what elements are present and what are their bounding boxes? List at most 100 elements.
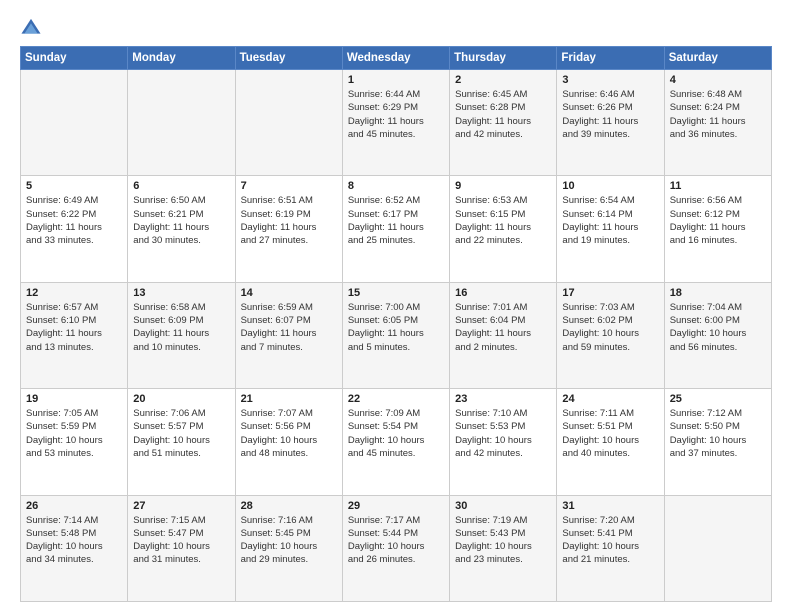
day-number: 3 bbox=[562, 74, 658, 86]
calendar-table: SundayMondayTuesdayWednesdayThursdayFrid… bbox=[20, 46, 772, 602]
day-number: 6 bbox=[133, 180, 229, 192]
calendar-cell: 26 Sunrise: 7:14 AM Sunset: 5:48 PM Dayli… bbox=[21, 495, 128, 601]
calendar-cell bbox=[21, 70, 128, 176]
calendar-body: 1Sunrise: 6:44 AM Sunset: 6:29 PM Daylig… bbox=[21, 70, 772, 602]
day-number: 13 bbox=[133, 287, 229, 299]
day-detail: Sunrise: 7:09 AM Sunset: 5:54 PM Dayligh… bbox=[348, 407, 444, 460]
calendar-cell: 1Sunrise: 6:44 AM Sunset: 6:29 PM Daylig… bbox=[342, 70, 449, 176]
calendar-week-3: 12 Sunrise: 6:57 AM Sunset: 6:10 PM Dayli… bbox=[21, 282, 772, 388]
day-number: 14 bbox=[241, 287, 337, 299]
day-number: 21 bbox=[241, 393, 337, 405]
header-cell-sunday: Sunday bbox=[21, 47, 128, 70]
header-cell-wednesday: Wednesday bbox=[342, 47, 449, 70]
calendar-week-1: 1Sunrise: 6:44 AM Sunset: 6:29 PM Daylig… bbox=[21, 70, 772, 176]
day-detail: Sunrise: 6:56 AM Sunset: 6:12 PM Dayligh… bbox=[670, 194, 766, 247]
logo bbox=[20, 16, 46, 38]
day-number: 28 bbox=[241, 500, 337, 512]
day-number: 10 bbox=[562, 180, 658, 192]
day-detail: Sunrise: 7:16 AM Sunset: 5:45 PM Dayligh… bbox=[241, 514, 337, 567]
day-detail: Sunrise: 7:00 AM Sunset: 6:05 PM Dayligh… bbox=[348, 301, 444, 354]
day-number: 27 bbox=[133, 500, 229, 512]
day-number: 31 bbox=[562, 500, 658, 512]
calendar-cell: 7 Sunrise: 6:51 AM Sunset: 6:19 PM Daylig… bbox=[235, 176, 342, 282]
calendar-cell: 21 Sunrise: 7:07 AM Sunset: 5:56 PM Dayli… bbox=[235, 389, 342, 495]
day-detail: Sunrise: 7:19 AM Sunset: 5:43 PM Dayligh… bbox=[455, 514, 551, 567]
day-detail: Sunrise: 7:01 AM Sunset: 6:04 PM Dayligh… bbox=[455, 301, 551, 354]
calendar-cell: 30 Sunrise: 7:19 AM Sunset: 5:43 PM Dayli… bbox=[450, 495, 557, 601]
calendar-week-4: 19 Sunrise: 7:05 AM Sunset: 5:59 PM Dayli… bbox=[21, 389, 772, 495]
header-row: SundayMondayTuesdayWednesdayThursdayFrid… bbox=[21, 47, 772, 70]
day-number: 22 bbox=[348, 393, 444, 405]
day-detail: Sunrise: 7:12 AM Sunset: 5:50 PM Dayligh… bbox=[670, 407, 766, 460]
day-number: 8 bbox=[348, 180, 444, 192]
calendar-cell: 5 Sunrise: 6:49 AM Sunset: 6:22 PM Daylig… bbox=[21, 176, 128, 282]
day-detail: Sunrise: 6:46 AM Sunset: 6:26 PM Dayligh… bbox=[562, 88, 658, 141]
calendar-cell: 3 Sunrise: 6:46 AM Sunset: 6:26 PM Daylig… bbox=[557, 70, 664, 176]
header-cell-saturday: Saturday bbox=[664, 47, 771, 70]
calendar-cell bbox=[235, 70, 342, 176]
day-detail: Sunrise: 7:04 AM Sunset: 6:00 PM Dayligh… bbox=[670, 301, 766, 354]
calendar-cell: 2 Sunrise: 6:45 AM Sunset: 6:28 PM Daylig… bbox=[450, 70, 557, 176]
day-detail: Sunrise: 6:52 AM Sunset: 6:17 PM Dayligh… bbox=[348, 194, 444, 247]
day-number: 7 bbox=[241, 180, 337, 192]
calendar-cell: 10 Sunrise: 6:54 AM Sunset: 6:14 PM Dayli… bbox=[557, 176, 664, 282]
day-number: 2 bbox=[455, 74, 551, 86]
day-detail: Sunrise: 6:49 AM Sunset: 6:22 PM Dayligh… bbox=[26, 194, 122, 247]
day-number: 12 bbox=[26, 287, 122, 299]
day-detail: Sunrise: 7:07 AM Sunset: 5:56 PM Dayligh… bbox=[241, 407, 337, 460]
day-detail: Sunrise: 7:10 AM Sunset: 5:53 PM Dayligh… bbox=[455, 407, 551, 460]
calendar-cell: 4Sunrise: 6:48 AM Sunset: 6:24 PM Daylig… bbox=[664, 70, 771, 176]
calendar-cell: 23 Sunrise: 7:10 AM Sunset: 5:53 PM Dayli… bbox=[450, 389, 557, 495]
header-cell-monday: Monday bbox=[128, 47, 235, 70]
calendar-cell: 14Sunrise: 6:59 AM Sunset: 6:07 PM Dayli… bbox=[235, 282, 342, 388]
day-number: 17 bbox=[562, 287, 658, 299]
day-number: 9 bbox=[455, 180, 551, 192]
day-number: 19 bbox=[26, 393, 122, 405]
day-number: 30 bbox=[455, 500, 551, 512]
day-number: 11 bbox=[670, 180, 766, 192]
header-cell-friday: Friday bbox=[557, 47, 664, 70]
day-detail: Sunrise: 7:14 AM Sunset: 5:48 PM Dayligh… bbox=[26, 514, 122, 567]
day-number: 29 bbox=[348, 500, 444, 512]
day-detail: Sunrise: 6:50 AM Sunset: 6:21 PM Dayligh… bbox=[133, 194, 229, 247]
calendar-cell: 17 Sunrise: 7:03 AM Sunset: 6:02 PM Dayli… bbox=[557, 282, 664, 388]
day-detail: Sunrise: 6:44 AM Sunset: 6:29 PM Dayligh… bbox=[348, 88, 444, 141]
day-detail: Sunrise: 7:20 AM Sunset: 5:41 PM Dayligh… bbox=[562, 514, 658, 567]
day-number: 26 bbox=[26, 500, 122, 512]
logo-icon bbox=[20, 16, 42, 38]
day-number: 5 bbox=[26, 180, 122, 192]
calendar-cell: 31 Sunrise: 7:20 AM Sunset: 5:41 PM Dayli… bbox=[557, 495, 664, 601]
day-detail: Sunrise: 7:11 AM Sunset: 5:51 PM Dayligh… bbox=[562, 407, 658, 460]
calendar-week-5: 26 Sunrise: 7:14 AM Sunset: 5:48 PM Dayli… bbox=[21, 495, 772, 601]
day-detail: Sunrise: 7:05 AM Sunset: 5:59 PM Dayligh… bbox=[26, 407, 122, 460]
day-number: 16 bbox=[455, 287, 551, 299]
day-detail: Sunrise: 6:45 AM Sunset: 6:28 PM Dayligh… bbox=[455, 88, 551, 141]
calendar-cell: 13 Sunrise: 6:58 AM Sunset: 6:09 PM Dayli… bbox=[128, 282, 235, 388]
calendar-cell: 8 Sunrise: 6:52 AM Sunset: 6:17 PM Daylig… bbox=[342, 176, 449, 282]
calendar-cell: 28 Sunrise: 7:16 AM Sunset: 5:45 PM Dayli… bbox=[235, 495, 342, 601]
day-number: 4 bbox=[670, 74, 766, 86]
calendar-cell: 24 Sunrise: 7:11 AM Sunset: 5:51 PM Dayli… bbox=[557, 389, 664, 495]
day-detail: Sunrise: 6:57 AM Sunset: 6:10 PM Dayligh… bbox=[26, 301, 122, 354]
day-detail: Sunrise: 7:15 AM Sunset: 5:47 PM Dayligh… bbox=[133, 514, 229, 567]
day-number: 18 bbox=[670, 287, 766, 299]
header bbox=[20, 16, 772, 38]
calendar-header: SundayMondayTuesdayWednesdayThursdayFrid… bbox=[21, 47, 772, 70]
header-cell-tuesday: Tuesday bbox=[235, 47, 342, 70]
day-detail: Sunrise: 6:58 AM Sunset: 6:09 PM Dayligh… bbox=[133, 301, 229, 354]
calendar-cell: 9Sunrise: 6:53 AM Sunset: 6:15 PM Daylig… bbox=[450, 176, 557, 282]
day-number: 20 bbox=[133, 393, 229, 405]
day-detail: Sunrise: 7:03 AM Sunset: 6:02 PM Dayligh… bbox=[562, 301, 658, 354]
calendar-cell: 18 Sunrise: 7:04 AM Sunset: 6:00 PM Dayli… bbox=[664, 282, 771, 388]
day-detail: Sunrise: 7:06 AM Sunset: 5:57 PM Dayligh… bbox=[133, 407, 229, 460]
day-number: 23 bbox=[455, 393, 551, 405]
day-number: 25 bbox=[670, 393, 766, 405]
day-detail: Sunrise: 6:54 AM Sunset: 6:14 PM Dayligh… bbox=[562, 194, 658, 247]
calendar-cell bbox=[128, 70, 235, 176]
calendar-cell: 11 Sunrise: 6:56 AM Sunset: 6:12 PM Dayli… bbox=[664, 176, 771, 282]
day-detail: Sunrise: 6:51 AM Sunset: 6:19 PM Dayligh… bbox=[241, 194, 337, 247]
calendar-cell: 6 Sunrise: 6:50 AM Sunset: 6:21 PM Daylig… bbox=[128, 176, 235, 282]
calendar-cell bbox=[664, 495, 771, 601]
calendar-cell: 29Sunrise: 7:17 AM Sunset: 5:44 PM Dayli… bbox=[342, 495, 449, 601]
day-number: 24 bbox=[562, 393, 658, 405]
